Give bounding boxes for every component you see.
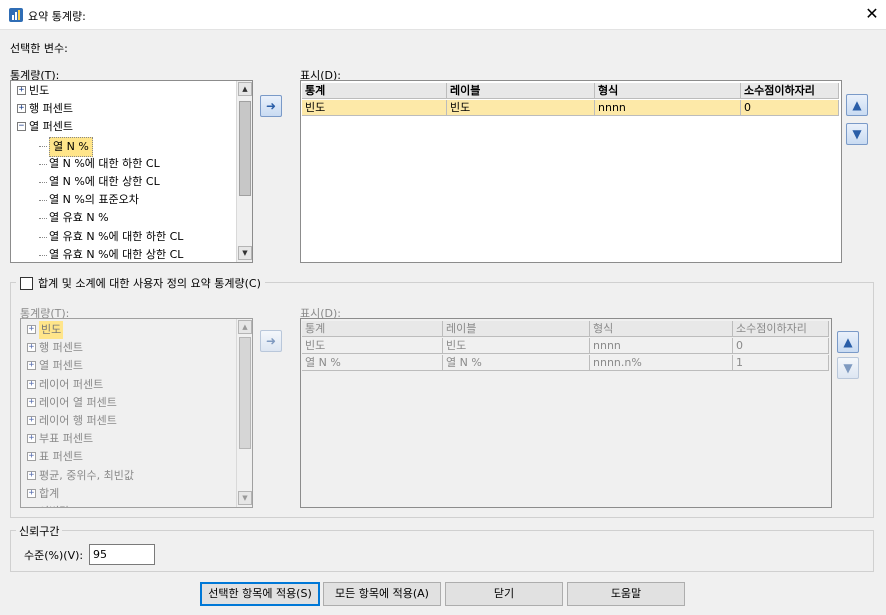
column-header[interactable]: 소수점이하자리 (741, 83, 839, 99)
grid-cell: nnnn.n% (590, 355, 733, 371)
apply-all-button[interactable]: 모든 항목에 적용(A) (323, 582, 441, 606)
tree-item-label: 레이어 행 퍼센트 (39, 414, 117, 427)
grid-cell: 빈도 (443, 338, 590, 354)
top-tree-scrollbar[interactable]: ▲ ▼ (236, 81, 252, 262)
tree-item-label: 레이어 열 퍼센트 (39, 395, 117, 409)
expand-icon: + (27, 324, 36, 334)
tree-item-label: 행 퍼센트 (29, 102, 73, 116)
expand-icon: + (27, 469, 36, 480)
tree-item-label: 열 N %에 대한 상한 CL (49, 175, 160, 188)
checkbox-icon[interactable] (20, 276, 33, 290)
tree-item-label: 빈도 (29, 84, 50, 97)
custom-display-grid: 통계 레이블 형식 소수점이하자리 빈도 빈도 nnnn 0 열 N % 열 N % nnnn.n%… (300, 318, 832, 508)
scroll-down-button: ▼ (238, 491, 252, 505)
custom-summary-checkbox-label[interactable]: 합계 및 소계에 대한 사용자 정의 요약 통계량(C) (38, 275, 261, 291)
arrow-up-icon[interactable]: ▲ (837, 331, 859, 353)
scroll-up-button: ▲ (238, 320, 252, 334)
arrow-down-icon[interactable]: ▼ (846, 123, 868, 145)
expand-icon: + (27, 378, 36, 389)
selected-variables-label: 선택한 변수: (10, 42, 68, 55)
top-display-grid[interactable]: 통계 레이블 형식 소수점이하자리 빈도 빈도 nnnn 0 (300, 80, 842, 263)
spss-app-icon (9, 8, 23, 22)
grid-cell: 열 N % (443, 355, 590, 371)
arrow-down-icon: ▼ (837, 357, 859, 379)
expand-icon[interactable]: + (17, 86, 26, 95)
arrow-right-icon: ➜ (260, 330, 282, 352)
tree-item-label: 평균, 중위수, 최빈값 (39, 468, 134, 482)
tree-connector (39, 200, 47, 202)
grid-cell[interactable]: nnnn (595, 100, 741, 116)
expand-icon: + (27, 433, 36, 444)
tree-item-label: 열 유효 N %에 대한 하한 CL (49, 229, 184, 243)
column-header: 소수점이하자리 (733, 321, 829, 337)
grid-cell[interactable]: 빈도 (302, 100, 447, 116)
tree-item-label: 이변량 (39, 503, 69, 507)
custom-summary-header: 합계 및 소계에 대한 사용자 정의 요약 통계량(C) (16, 275, 265, 291)
help-button[interactable]: 도움말 (567, 582, 685, 606)
tree-connector (39, 236, 47, 238)
arrow-right-icon[interactable]: ➜ (260, 95, 282, 117)
grid-cell: 빈도 (302, 338, 443, 354)
tree-item-label: 행 퍼센트 (39, 341, 83, 355)
custom-stats-tree: ▲ ▼ + 빈도 + 행 퍼센트 + 열 퍼센트 + 레이어 퍼센트 + 레이어 열 퍼센트 + 레이… (20, 318, 253, 508)
column-header[interactable]: 통계 (302, 83, 447, 99)
expand-icon[interactable]: + (17, 104, 26, 114)
expand-icon: + (29, 507, 34, 508)
column-header[interactable]: 레이블 (447, 83, 595, 99)
tree-item-label: 열 N %의 표준오차 (49, 193, 139, 207)
tree-item-label: 열 유효 N %에 대한 상한 CL (49, 247, 184, 261)
grid-cell[interactable]: 빈도 (447, 100, 595, 116)
window-title: 요약 통계량: (28, 10, 86, 23)
collapse-icon[interactable]: − (17, 122, 26, 132)
grid-cell: 열 N % (302, 355, 443, 371)
arrow-up-icon[interactable]: ▲ (846, 94, 868, 116)
tree-item-label: 열 N %에 대한 하한 CL (49, 156, 160, 170)
tree-item-label: 합계 (39, 486, 60, 500)
grid-cell: 1 (733, 355, 829, 371)
ci-level-input[interactable]: 95 (89, 544, 155, 565)
expand-icon: + (27, 342, 36, 353)
scroll-thumb (239, 337, 251, 449)
tree-item-label: 열 퍼센트 (29, 120, 73, 134)
title-bar (0, 0, 886, 30)
expand-icon: + (27, 360, 36, 371)
column-header: 통계 (302, 321, 443, 337)
grid-cell: nnnn (590, 338, 733, 354)
scroll-thumb[interactable] (239, 101, 251, 196)
expand-icon: + (27, 487, 36, 498)
tree-item-label: 부표 퍼센트 (39, 432, 94, 446)
grid-cell: 0 (733, 338, 829, 354)
column-header: 레이블 (443, 321, 590, 337)
column-header: 형식 (590, 321, 733, 337)
grid-cell[interactable]: 0 (741, 100, 839, 116)
tree-connector (39, 254, 47, 256)
tree-connector (39, 163, 47, 165)
tree-item-label: 빈도 (39, 321, 64, 339)
tree-item-label: 열 유효 N % (49, 211, 109, 225)
expand-icon: + (27, 451, 36, 462)
tree-connector (39, 218, 47, 220)
custom-tree-scrollbar: ▲ ▼ (236, 319, 252, 507)
close-icon[interactable]: ✕ (860, 3, 884, 25)
scroll-down-button[interactable]: ▼ (238, 246, 252, 260)
tree-item-label: 열 퍼센트 (39, 359, 83, 373)
tree-item-label: 표 퍼센트 (39, 450, 83, 464)
expand-icon: + (27, 396, 36, 407)
ci-group-label: 신뢰구간 (16, 523, 63, 539)
tree-item-label: 열 N % (49, 136, 93, 157)
tree-connector (39, 182, 47, 183)
tree-item-label: 레이어 퍼센트 (39, 377, 104, 391)
tree-connector (39, 145, 47, 147)
scroll-up-button[interactable]: ▲ (238, 82, 252, 96)
close-button[interactable]: 닫기 (445, 582, 563, 606)
ci-level-label: 수준(%)(V): (24, 549, 84, 562)
expand-icon: + (27, 415, 36, 425)
column-header[interactable]: 형식 (595, 83, 741, 99)
apply-selection-button[interactable]: 선택한 항목에 적용(S) (200, 582, 320, 606)
top-stats-tree[interactable]: ▲ ▼ + 빈도 + 행 퍼센트 − 열 퍼센트열 N % 열 N %에 대한 하한 CL 열… (10, 80, 253, 263)
